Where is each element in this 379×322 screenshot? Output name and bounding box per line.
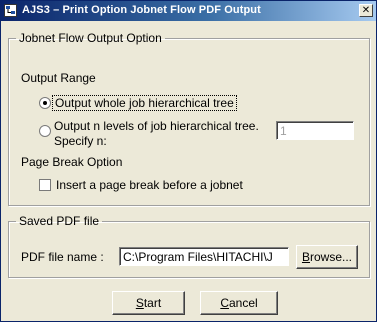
radio-output-whole[interactable]: [39, 97, 51, 109]
radio-output-whole-label[interactable]: Output whole job hierarchical tree: [52, 95, 237, 111]
cancel-button-label: ancel: [228, 296, 258, 310]
cancel-button[interactable]: Cancel: [200, 291, 278, 315]
dialog-window: AJS3 – Print Option Jobnet Flow PDF Outp…: [0, 0, 377, 322]
output-range-label: Output Range: [21, 71, 96, 85]
saved-pdf-legend: Saved PDF file: [19, 214, 100, 228]
page-break-checkbox-label[interactable]: Insert a page break before a jobnet: [56, 178, 243, 192]
radio-output-levels-label-line1[interactable]: Output n levels of job hierarchical tree…: [54, 119, 259, 133]
cancel-button-mnemonic: C: [220, 296, 229, 310]
start-button[interactable]: Start: [112, 291, 185, 315]
browse-button-label: rowse...: [310, 250, 353, 264]
output-option-legend: Jobnet Flow Output Option: [19, 31, 162, 45]
start-button-label: tart: [143, 296, 162, 310]
page-break-label: Page Break Option: [21, 155, 123, 169]
title-bar[interactable]: AJS3 – Print Option Jobnet Flow PDF Outp…: [1, 1, 376, 21]
window-title: AJS3 – Print Option Jobnet Flow PDF Outp…: [22, 4, 261, 16]
app-icon: [4, 4, 17, 17]
close-icon: ✕: [361, 5, 371, 16]
pdf-file-name-input[interactable]: C:\Program Files\HITACHI\J: [119, 247, 289, 266]
pdf-file-name-label: PDF file name :: [21, 250, 104, 264]
browse-button-mnemonic: B: [301, 250, 310, 264]
browse-button[interactable]: Browse...: [296, 245, 358, 269]
page-break-checkbox[interactable]: [39, 179, 51, 191]
levels-input[interactable]: 1: [276, 121, 354, 140]
radio-output-levels-label-line2[interactable]: Specify n:: [54, 134, 107, 148]
radio-output-levels[interactable]: [39, 125, 51, 137]
start-button-mnemonic: S: [135, 296, 144, 310]
close-button[interactable]: ✕: [359, 4, 373, 17]
